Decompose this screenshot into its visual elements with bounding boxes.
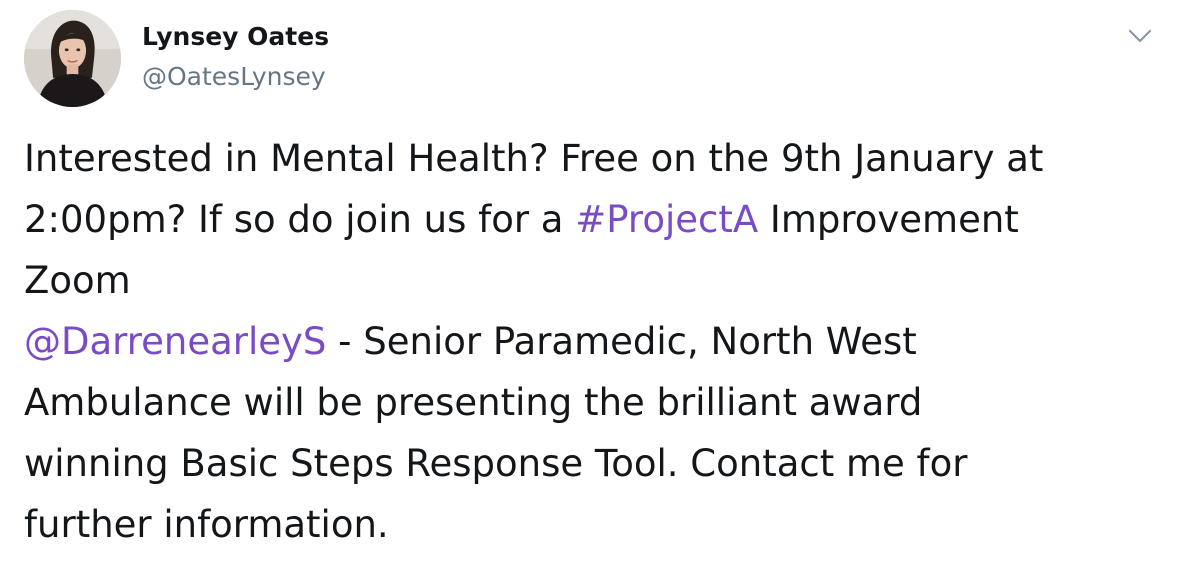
tweet-text-segment: 2:00pm? If so do join us for a (24, 198, 576, 241)
avatar-photo (24, 10, 121, 107)
tweet-text-line: 2:00pm? If so do join us for a #ProjectA… (24, 189, 1164, 250)
author-handle[interactable]: @OatesLynsey (142, 60, 326, 94)
mention-link[interactable]: @DarrenearleyS (24, 320, 326, 363)
chevron-down-icon (1124, 20, 1156, 52)
tweet-text-line: winning Basic Steps Response Tool. Conta… (24, 442, 968, 485)
tweet-card: Lynsey Oates @OatesLynsey Interested in … (0, 0, 1179, 584)
tweet-menu-button[interactable] (1124, 20, 1156, 52)
tweet-text: Interested in Mental Health? Free on the… (24, 128, 1164, 555)
tweet-text-line: Interested in Mental Health? Free on the… (24, 137, 1044, 180)
hashtag-link[interactable]: #ProjectA (575, 198, 758, 241)
tweet-text-line: Zoom (24, 259, 131, 302)
tweet-text-segment: Improvement (758, 198, 1019, 241)
tweet-text-line: further information. (24, 503, 389, 546)
tweet-text-line: @DarrenearleyS - Senior Paramedic, North… (24, 311, 1164, 372)
tweet-text-segment: - Senior Paramedic, North West (326, 320, 917, 363)
avatar[interactable] (24, 10, 121, 107)
tweet-text-line: Ambulance will be presenting the brillia… (24, 381, 923, 424)
author-display-name[interactable]: Lynsey Oates (142, 20, 329, 54)
